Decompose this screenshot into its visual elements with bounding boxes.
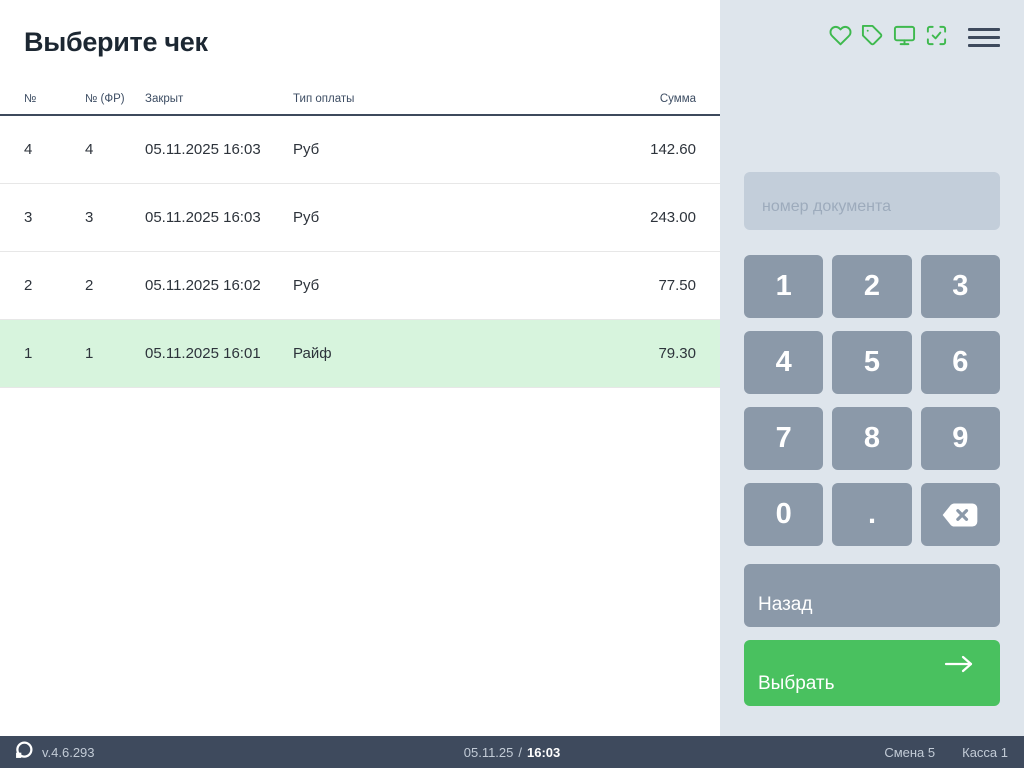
monitor-icon [893, 24, 916, 50]
status-time: 16:03 [527, 744, 561, 760]
statusbar-left: v.4.6.293 [0, 740, 95, 764]
back-button[interactable]: Назад [744, 564, 1000, 627]
keypad-button[interactable]: 6 [920, 331, 1000, 394]
keypad-button[interactable]: 9 [920, 407, 1000, 470]
favorites-button[interactable] [828, 25, 852, 49]
cell-num-fr: 2 [85, 277, 94, 294]
tag-icon [861, 24, 884, 50]
table-row[interactable]: 4 4 05.11.2025 16:03 Руб 142.60 [0, 116, 720, 184]
keypad-button[interactable]: 5 [832, 331, 912, 394]
keypad-button[interactable]: 1 [744, 255, 824, 318]
receipts-panel: Выберите чек № № (ФР) Закрыт Тип оплаты … [0, 0, 720, 736]
table-header: № № (ФР) Закрыт Тип оплаты Сумма [0, 93, 720, 116]
col-header-closed: Закрыт [145, 93, 184, 105]
app-logo-icon [13, 740, 34, 764]
keypad-button[interactable]: . [832, 483, 912, 546]
table-body: 4 4 05.11.2025 16:03 Руб 142.60 3 3 05.1… [0, 116, 720, 388]
select-button[interactable]: Выбрать [744, 640, 1000, 706]
cell-closed: 05.11.2025 16:03 [145, 209, 261, 226]
scan-button[interactable] [924, 25, 948, 49]
keypad-sidebar: 1 2 3 4 5 6 7 8 9 0 . [720, 0, 1024, 736]
status-date: 05.11.25 [463, 744, 514, 760]
cell-num-fr: 3 [85, 209, 94, 226]
cell-payment: Райф [293, 345, 332, 362]
table-row[interactable]: 2 2 05.11.2025 16:02 Руб 77.50 [0, 252, 720, 320]
backspace-button[interactable] [920, 483, 1000, 546]
cell-sum: 79.30 [658, 345, 696, 362]
cell-num-fr: 1 [85, 345, 94, 362]
cell-num: 4 [24, 141, 33, 158]
cell-sum: 142.60 [650, 141, 696, 158]
status-bar: v.4.6.293 05.11.25 / 16:03 Смена 5 Касса… [0, 736, 1024, 768]
cell-sum: 243.00 [650, 209, 696, 226]
register-label[interactable]: Касса 1 [962, 745, 1008, 760]
keypad: 1 2 3 4 5 6 7 8 9 0 . [744, 255, 1000, 546]
cell-payment: Руб [293, 141, 320, 158]
col-header-num-fr: № (ФР) [85, 93, 125, 105]
menu-button[interactable] [968, 25, 1000, 49]
col-header-num: № [24, 93, 37, 105]
cell-payment: Руб [293, 209, 320, 226]
keypad-button[interactable]: 7 [744, 407, 824, 470]
cell-num-fr: 4 [85, 141, 94, 158]
cell-num: 1 [24, 345, 33, 362]
pos-app: Выберите чек № № (ФР) Закрыт Тип оплаты … [0, 0, 1024, 768]
content-area: Выберите чек № № (ФР) Закрыт Тип оплаты … [0, 0, 1024, 736]
cell-payment: Руб [293, 277, 320, 294]
keypad-button[interactable]: 4 [744, 331, 824, 394]
cell-closed: 05.11.2025 16:03 [145, 141, 261, 158]
keypad-button[interactable]: 2 [832, 255, 912, 318]
keypad-button[interactable]: 0 [744, 483, 824, 546]
display-button[interactable] [892, 25, 916, 49]
cell-closed: 05.11.2025 16:02 [145, 277, 261, 294]
tags-button[interactable] [860, 24, 884, 50]
heart-icon [829, 24, 852, 50]
arrow-right-icon [942, 654, 976, 674]
sidebar-icon-row [744, 24, 1000, 50]
shift-label[interactable]: Смена 5 [884, 745, 935, 760]
table-row[interactable]: 1 1 05.11.2025 16:01 Райф 79.30 [0, 320, 720, 388]
hamburger-icon [968, 27, 1000, 31]
document-number-input[interactable] [744, 172, 1000, 230]
scan-check-icon [925, 24, 948, 50]
app-version: v.4.6.293 [42, 744, 95, 760]
statusbar-right: Смена 5 Касса 1 [884, 745, 1024, 760]
keypad-button[interactable]: 3 [920, 255, 1000, 318]
col-header-sum: Сумма [659, 93, 696, 105]
cell-num: 2 [24, 277, 33, 294]
date-time-separator: / [518, 744, 523, 760]
keypad-button[interactable]: 8 [832, 407, 912, 470]
statusbar-datetime: 05.11.25 / 16:03 [464, 745, 561, 760]
col-header-payment: Тип оплаты [293, 93, 355, 105]
cell-closed: 05.11.2025 16:01 [145, 345, 261, 362]
cell-sum: 77.50 [658, 277, 696, 294]
page-title: Выберите чек [24, 27, 208, 57]
backspace-icon [940, 502, 980, 528]
cell-num: 3 [24, 209, 33, 226]
table-row[interactable]: 3 3 05.11.2025 16:03 Руб 243.00 [0, 184, 720, 252]
